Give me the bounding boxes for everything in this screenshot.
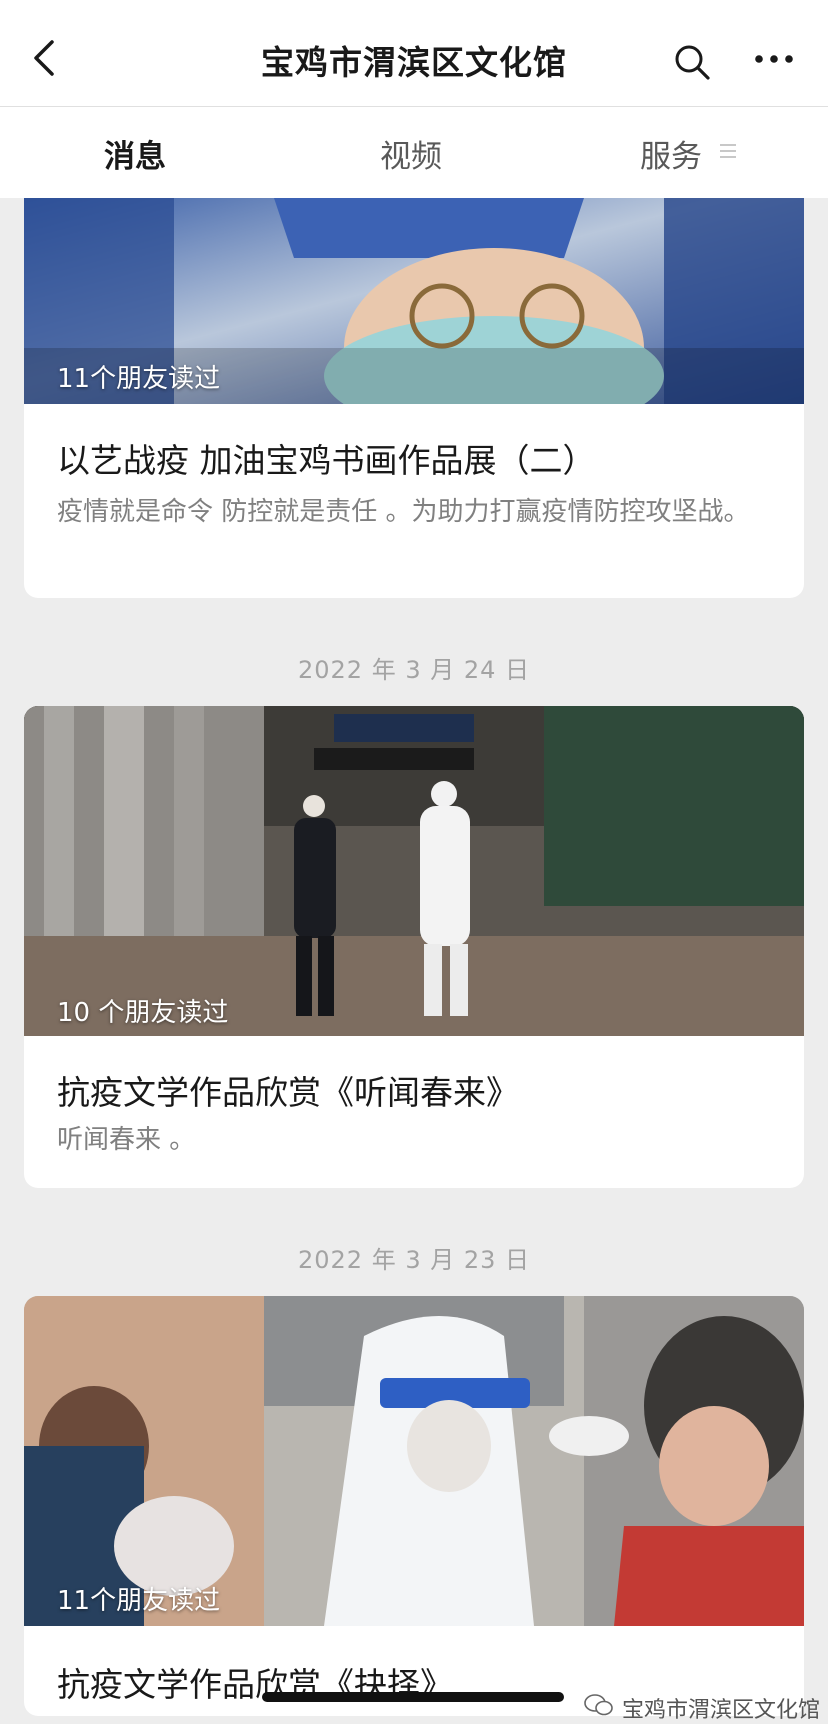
article-title: 抗疫文学作品欣赏《听闻春来》: [57, 1073, 519, 1112]
watermark-text: 宝鸡市渭滨区文化馆: [622, 1692, 820, 1724]
menu-icon: [720, 144, 736, 158]
date-label: 2022 年 3 月 23 日: [297, 1246, 531, 1274]
search-icon: [675, 45, 710, 80]
article-cover-image: [24, 706, 804, 1036]
read-count: 11个朋友读过: [57, 364, 221, 394]
top-bar: 宝鸡市渭滨区文化馆: [0, 0, 828, 107]
read-count: 11个朋友读过: [57, 1586, 221, 1616]
home-indicator[interactable]: [262, 1692, 564, 1702]
article-description: 听闻春来 。: [57, 1125, 196, 1155]
article-title: 以艺战疫 加油宝鸡书画作品展（二）: [57, 441, 596, 480]
article-description: 疫情就是命令 防控就是责任 。为助力打赢疫情防控攻坚战。: [57, 497, 750, 527]
article-cover-image: [24, 1296, 804, 1626]
article-card[interactable]: 11个朋友读过 抗疫文学作品欣赏《抉择》: [24, 1296, 804, 1716]
more-icon: [755, 55, 793, 63]
more-button[interactable]: [752, 44, 796, 74]
date-label: 2022 年 3 月 24 日: [297, 656, 531, 684]
search-button[interactable]: [672, 42, 712, 82]
article-card[interactable]: 10 个朋友读过 抗疫文学作品欣赏《听闻春来》 听闻春来 。: [24, 706, 804, 1188]
read-count: 10 个朋友读过: [57, 998, 229, 1028]
article-card[interactable]: 11个朋友读过 以艺战疫 加油宝鸡书画作品展（二） 疫情就是命令 防控就是责任 …: [24, 170, 804, 598]
watermark-label: 宝鸡市渭滨区文化馆: [622, 1698, 821, 1723]
